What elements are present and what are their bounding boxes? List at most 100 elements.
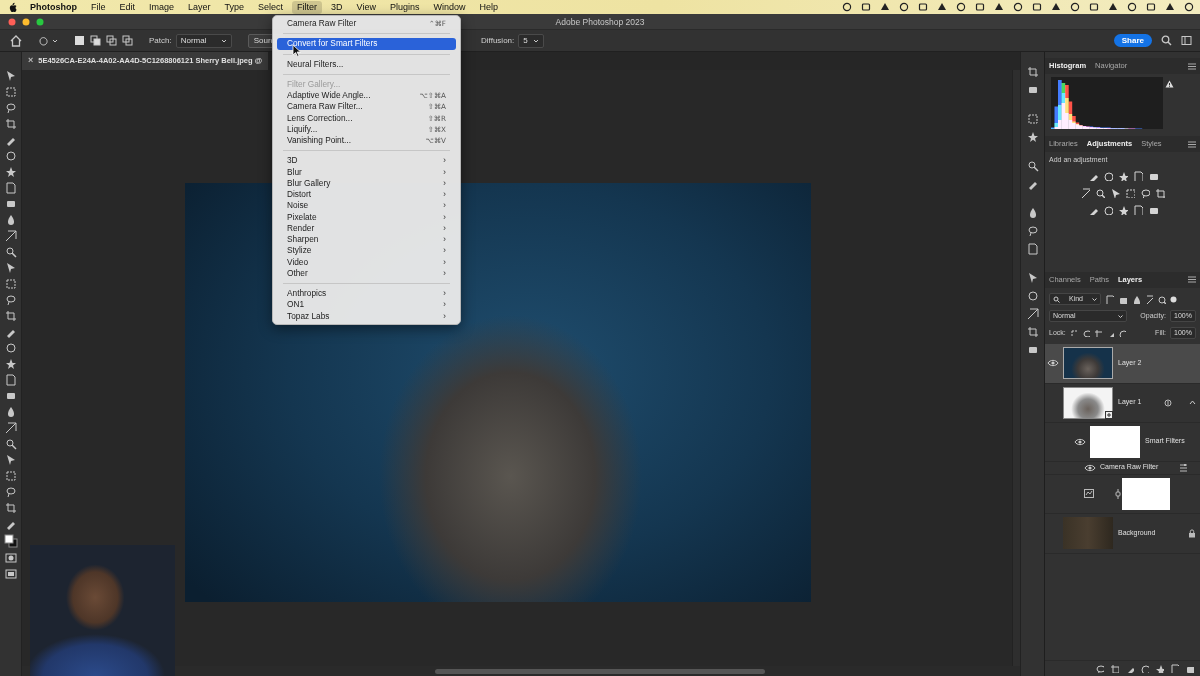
control-center-icon[interactable] bbox=[1165, 2, 1175, 12]
black-white-icon[interactable] bbox=[1110, 188, 1120, 198]
delete-layer-icon[interactable] bbox=[1185, 664, 1194, 673]
brushes-icon[interactable] bbox=[1027, 207, 1039, 219]
brush-tool-icon[interactable] bbox=[5, 230, 17, 242]
panel-menu-icon[interactable] bbox=[1188, 141, 1196, 148]
chain-icon[interactable] bbox=[1115, 489, 1121, 499]
grid-icon[interactable] bbox=[1032, 2, 1042, 12]
subtract-selection-icon[interactable] bbox=[106, 35, 117, 46]
link-layers-icon[interactable] bbox=[1095, 664, 1104, 673]
panel-menu-icon[interactable] bbox=[1188, 276, 1196, 283]
workspace-icon[interactable] bbox=[1181, 35, 1192, 46]
comments-icon[interactable] bbox=[1027, 308, 1039, 320]
path-select-tool-icon[interactable] bbox=[5, 374, 17, 386]
bluetooth-icon[interactable] bbox=[1108, 2, 1118, 12]
color-lookup-icon[interactable] bbox=[1155, 188, 1165, 198]
actions-icon[interactable] bbox=[1027, 84, 1039, 96]
layer-row[interactable] bbox=[1045, 475, 1200, 514]
3d-icon[interactable] bbox=[1027, 344, 1039, 356]
blur-tool-icon[interactable] bbox=[5, 310, 17, 322]
panel-tab[interactable]: Histogram bbox=[1049, 60, 1086, 71]
patch-tool-icon[interactable] bbox=[5, 214, 17, 226]
menu-bar-item[interactable]: Layer bbox=[183, 1, 216, 14]
brightness-icon[interactable] bbox=[1088, 171, 1098, 181]
search-icon[interactable] bbox=[1161, 35, 1172, 46]
crop-tool-icon[interactable] bbox=[5, 150, 17, 162]
new-adjustment-icon[interactable] bbox=[1140, 664, 1149, 673]
pen-tool-icon[interactable] bbox=[5, 342, 17, 354]
leaf-icon[interactable] bbox=[918, 2, 928, 12]
info-icon[interactable] bbox=[1027, 131, 1039, 143]
vibrance-icon[interactable] bbox=[1148, 171, 1158, 181]
marquee-tool-icon[interactable] bbox=[5, 102, 17, 114]
submenu-item[interactable]: ON1› bbox=[277, 299, 456, 310]
menu-bar-item[interactable]: Type bbox=[220, 1, 250, 14]
gradient-map-icon[interactable] bbox=[1133, 205, 1143, 215]
menu-item[interactable]: Camera Raw Filter⌃⌘F bbox=[277, 18, 456, 29]
submenu-item[interactable]: Pixelate› bbox=[277, 212, 456, 223]
pixel-filter-icon[interactable] bbox=[1105, 295, 1114, 304]
submenu-item[interactable]: Render› bbox=[277, 223, 456, 234]
lock-artboard-icon[interactable] bbox=[1106, 329, 1114, 337]
submenu-item[interactable]: Blur Gallery› bbox=[277, 178, 456, 189]
threshold-icon[interactable] bbox=[1118, 205, 1128, 215]
brush-settings-icon[interactable] bbox=[1027, 225, 1039, 237]
panel-menu-icon[interactable] bbox=[1188, 63, 1196, 70]
filter-options-icon[interactable] bbox=[1179, 464, 1188, 472]
screen-mode-icon[interactable] bbox=[5, 568, 17, 580]
posterize-icon[interactable] bbox=[1103, 205, 1113, 215]
submenu-item[interactable]: Other› bbox=[277, 268, 456, 279]
history-brush-tool-icon[interactable] bbox=[5, 262, 17, 274]
menu-item[interactable]: Camera Raw Filter...⇧⌘A bbox=[277, 101, 456, 112]
rectangle-tool-icon[interactable] bbox=[5, 390, 17, 402]
document-tab[interactable]: ×5E4526CA-E24A-4A02-AA4D-5C1268806121 Sh… bbox=[22, 52, 268, 70]
menu-bar-item[interactable]: 3D bbox=[326, 1, 348, 14]
user-icon[interactable] bbox=[994, 2, 1004, 12]
new-selection-icon[interactable] bbox=[74, 35, 85, 46]
opacity-field[interactable]: 100% bbox=[1170, 310, 1196, 322]
wifi-icon[interactable] bbox=[1089, 2, 1099, 12]
close-tab-button[interactable]: × bbox=[28, 54, 33, 68]
home-icon[interactable] bbox=[10, 35, 22, 47]
count-tool-icon[interactable] bbox=[5, 470, 17, 482]
vertical-scrollbar[interactable] bbox=[1012, 70, 1020, 666]
hand-tool-icon[interactable] bbox=[5, 406, 17, 418]
apple-icon[interactable] bbox=[8, 2, 17, 13]
menu-bar-item[interactable]: Window bbox=[429, 1, 471, 14]
menu-item[interactable]: Neural Filters... bbox=[277, 59, 456, 70]
exposure-icon[interactable] bbox=[1133, 171, 1143, 181]
panel-tab[interactable]: Channels bbox=[1049, 274, 1081, 285]
lock-all-icon[interactable] bbox=[1118, 329, 1126, 337]
shape-filter-icon[interactable] bbox=[1144, 295, 1153, 304]
submenu-item[interactable]: Stylize› bbox=[277, 245, 456, 256]
note-tool-icon[interactable] bbox=[5, 454, 17, 466]
eraser-tool-icon[interactable] bbox=[5, 278, 17, 290]
dropbox-icon[interactable] bbox=[861, 2, 871, 12]
menu-bar-item[interactable]: File bbox=[86, 1, 111, 14]
display-icon[interactable] bbox=[975, 2, 985, 12]
menu-item[interactable]: Vanishing Point...⌥⌘V bbox=[277, 135, 456, 146]
monitor-icon[interactable] bbox=[1013, 2, 1023, 12]
menu-bar-item[interactable]: Edit bbox=[115, 1, 141, 14]
scroll-thumb[interactable] bbox=[435, 669, 765, 674]
submenu-item[interactable]: Blur› bbox=[277, 167, 456, 178]
invert-icon[interactable] bbox=[1088, 205, 1098, 215]
visibility-toggle[interactable] bbox=[1045, 357, 1061, 369]
menu-bar-item[interactable]: Select bbox=[253, 1, 288, 14]
color-swatch-icon[interactable] bbox=[4, 534, 18, 548]
type-filter-icon[interactable] bbox=[1131, 295, 1140, 304]
panel-tab[interactable]: Navigator bbox=[1095, 60, 1127, 71]
blend-mode-dropdown[interactable]: Normal bbox=[1049, 310, 1127, 322]
panel-tab[interactable]: Libraries bbox=[1049, 138, 1078, 149]
layer-row[interactable]: Camera Raw Filter bbox=[1045, 462, 1200, 475]
filter-effects-icon[interactable] bbox=[1084, 489, 1094, 498]
lock-position-icon[interactable] bbox=[1094, 329, 1102, 337]
panel-tab[interactable]: Adjustments bbox=[1087, 138, 1132, 149]
menu-item[interactable]: Lens Correction...⇧⌘R bbox=[277, 113, 456, 124]
diffusion-dropdown[interactable]: 5 bbox=[518, 34, 544, 48]
cache-warning-icon[interactable] bbox=[1165, 80, 1174, 88]
filter-toggle-icon[interactable] bbox=[1170, 296, 1177, 303]
submenu-item[interactable]: Topaz Labs› bbox=[277, 311, 456, 322]
swatches-icon[interactable] bbox=[1027, 178, 1039, 190]
slice-tool-icon[interactable] bbox=[5, 486, 17, 498]
clipboard-icon[interactable] bbox=[1051, 2, 1061, 12]
